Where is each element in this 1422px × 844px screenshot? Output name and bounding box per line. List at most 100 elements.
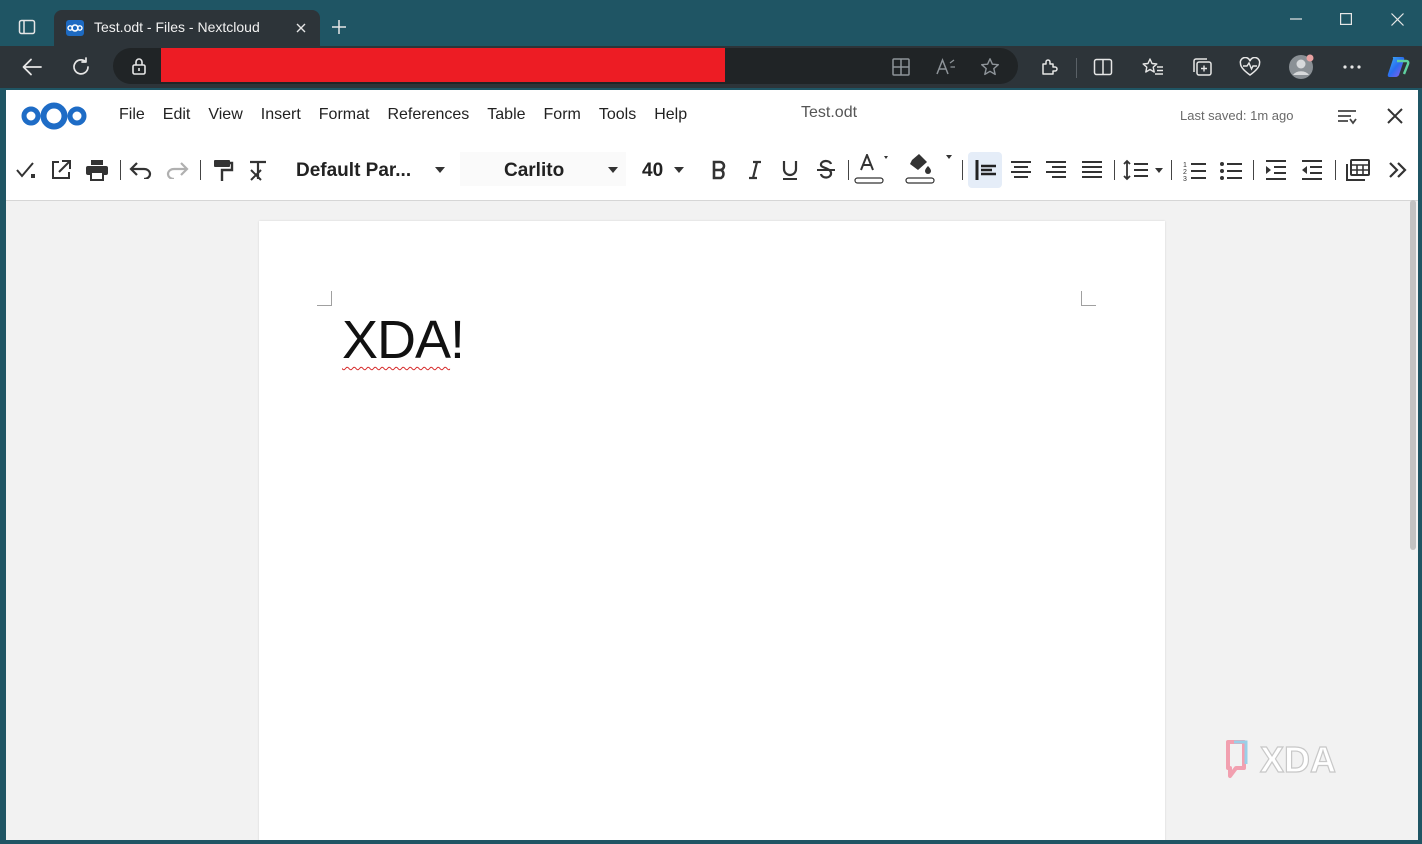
- bullet-list-icon[interactable]: [1217, 156, 1245, 184]
- xda-watermark-logo: XDA: [1224, 738, 1360, 782]
- toolbar-separator: [1253, 160, 1254, 180]
- line-spacing-icon[interactable]: [1122, 156, 1166, 184]
- underline-icon[interactable]: [776, 156, 804, 184]
- margin-corner-mark: [1081, 291, 1096, 306]
- menu-form[interactable]: Form: [535, 105, 590, 125]
- copilot-icon[interactable]: [1384, 54, 1410, 80]
- redo-icon[interactable]: [163, 156, 191, 184]
- undo-icon[interactable]: [127, 156, 155, 184]
- document-text-suffix: !: [450, 310, 465, 370]
- increase-indent-icon[interactable]: [1262, 156, 1290, 184]
- menu-file[interactable]: File: [110, 105, 154, 125]
- highlight-color-icon[interactable]: [904, 154, 956, 184]
- chevron-down-icon: [435, 167, 445, 173]
- document-page[interactable]: XDA!: [259, 221, 1165, 840]
- watermark-text: XDA: [1260, 739, 1336, 780]
- back-arrow-icon[interactable]: [17, 52, 47, 82]
- browser-tab-active[interactable]: Test.odt - Files - Nextcloud: [54, 10, 320, 46]
- svg-text:3: 3: [1183, 176, 1187, 181]
- font-color-icon[interactable]: [854, 154, 894, 184]
- paragraph-style-value: Default Par...: [296, 160, 412, 181]
- tab-title: Test.odt - Files - Nextcloud: [94, 19, 260, 35]
- last-saved-status: Last saved: 1m ago: [1180, 108, 1294, 123]
- chevron-down-icon: [608, 167, 618, 173]
- save-check-icon[interactable]: [12, 156, 40, 184]
- new-tab-icon[interactable]: [326, 14, 352, 40]
- split-screen-icon[interactable]: [1090, 54, 1116, 80]
- insert-table-icon[interactable]: [1344, 156, 1372, 184]
- more-options-icon[interactable]: [1339, 54, 1365, 80]
- vertical-scrollbar[interactable]: [1410, 200, 1416, 550]
- toolbar-separator: [120, 160, 121, 180]
- document-title[interactable]: Test.odt: [801, 104, 857, 122]
- browser-essentials-icon[interactable]: [1237, 54, 1263, 80]
- svg-text:2: 2: [1183, 169, 1187, 176]
- browser-toolbar: [0, 46, 1422, 88]
- app-available-icon[interactable]: [890, 56, 912, 78]
- format-toolbar: Default Par... Carlito 40 1 2 3: [6, 142, 1418, 201]
- menu-references[interactable]: References: [378, 105, 478, 125]
- close-window-icon[interactable]: [1377, 6, 1417, 32]
- favorites-list-icon[interactable]: [1140, 54, 1166, 80]
- nextcloud-favicon-icon: [66, 20, 84, 36]
- toolbar-separator: [1114, 160, 1115, 180]
- sidebar-toggle-icon[interactable]: [1334, 104, 1360, 130]
- menu-items: File Edit View Insert Format References …: [110, 105, 696, 125]
- svg-text:1: 1: [1183, 162, 1187, 169]
- align-left-icon[interactable]: [972, 156, 1000, 184]
- menu-insert[interactable]: Insert: [252, 105, 310, 125]
- toolbar-divider: [1076, 58, 1077, 78]
- more-tools-icon[interactable]: [1382, 156, 1414, 184]
- chevron-down-icon: [674, 167, 684, 173]
- align-right-icon[interactable]: [1042, 156, 1070, 184]
- maximize-window-icon[interactable]: [1326, 6, 1366, 32]
- browser-tabstrip: Test.odt - Files - Nextcloud: [0, 0, 1422, 46]
- misspelled-word: XDA: [342, 310, 451, 370]
- refresh-icon[interactable]: [66, 52, 96, 82]
- menu-format[interactable]: Format: [310, 105, 379, 125]
- open-external-icon[interactable]: [47, 156, 75, 184]
- font-name-select[interactable]: Carlito: [460, 152, 626, 186]
- margin-corner-mark: [317, 291, 332, 306]
- extensions-icon[interactable]: [1036, 54, 1062, 80]
- toolbar-separator: [962, 160, 963, 180]
- clone-formatting-icon[interactable]: [209, 156, 237, 184]
- toolbar-separator: [848, 160, 849, 180]
- favorite-star-icon[interactable]: [979, 56, 1001, 78]
- strikethrough-icon[interactable]: [812, 156, 840, 184]
- close-tab-icon[interactable]: [292, 19, 310, 37]
- menu-tools[interactable]: Tools: [590, 105, 645, 125]
- toolbar-separator: [1171, 160, 1172, 180]
- align-center-icon[interactable]: [1007, 156, 1035, 184]
- lock-icon[interactable]: [129, 56, 149, 76]
- minimize-window-icon[interactable]: [1276, 6, 1316, 32]
- menu-help[interactable]: Help: [645, 105, 696, 125]
- italic-icon[interactable]: [741, 156, 769, 184]
- read-aloud-icon[interactable]: [935, 56, 957, 78]
- nextcloud-logo-icon[interactable]: [20, 100, 88, 132]
- print-icon[interactable]: [83, 156, 111, 184]
- collections-icon[interactable]: [1189, 54, 1215, 80]
- numbered-list-icon[interactable]: 123: [1181, 156, 1209, 184]
- font-size-value: 40: [642, 160, 664, 181]
- address-bar[interactable]: [113, 48, 1018, 84]
- document-text[interactable]: XDA!: [342, 309, 465, 371]
- redacted-url[interactable]: [161, 48, 725, 82]
- toolbar-separator: [200, 160, 201, 180]
- close-document-icon[interactable]: [1383, 104, 1407, 128]
- justify-icon[interactable]: [1078, 156, 1106, 184]
- font-name-value: Carlito: [504, 160, 565, 181]
- menu-table[interactable]: Table: [478, 105, 534, 125]
- bold-icon[interactable]: [705, 156, 733, 184]
- profile-avatar-icon[interactable]: [1288, 54, 1314, 80]
- collabora-editor: File Edit View Insert Format References …: [6, 90, 1418, 840]
- decrease-indent-icon[interactable]: [1298, 156, 1326, 184]
- clear-formatting-icon[interactable]: [244, 156, 272, 184]
- tab-actions-icon[interactable]: [14, 14, 40, 40]
- toolbar-separator: [1335, 160, 1336, 180]
- menu-view[interactable]: View: [199, 105, 251, 125]
- paragraph-style-select[interactable]: Default Par...: [290, 152, 452, 186]
- menu-edit[interactable]: Edit: [154, 105, 200, 125]
- font-size-select[interactable]: 40: [634, 152, 694, 186]
- menu-bar: File Edit View Insert Format References …: [6, 90, 1418, 142]
